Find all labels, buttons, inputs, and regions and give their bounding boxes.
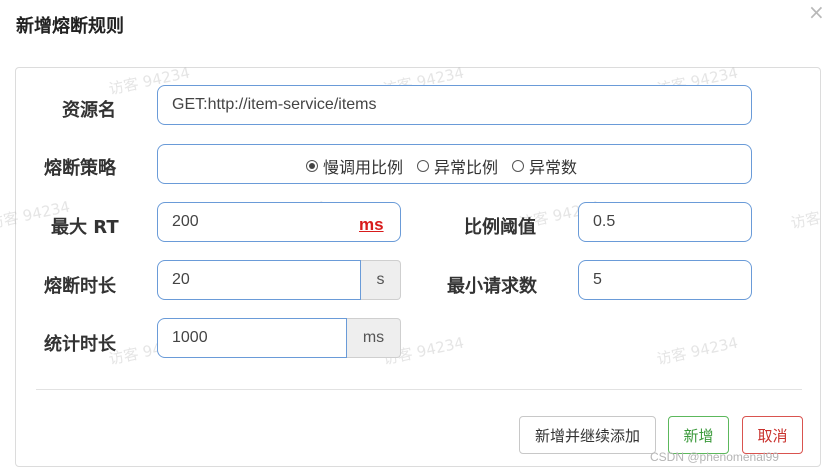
resource-input[interactable]: GET:http://item-service/items bbox=[157, 85, 752, 125]
radio-label: 异常比例 bbox=[434, 158, 499, 177]
radio-unchecked-icon bbox=[417, 160, 430, 172]
stat-duration-unit: ms bbox=[347, 318, 401, 358]
stat-duration-label: 统计时长 bbox=[44, 334, 116, 355]
strategy-label: 熔断策略 bbox=[44, 158, 116, 179]
resource-label: 资源名 bbox=[62, 100, 116, 121]
cancel-button[interactable]: 取消 bbox=[742, 416, 803, 454]
ratio-threshold-input[interactable]: 0.5 bbox=[578, 202, 752, 242]
dialog-title: 新增熔断规则 bbox=[16, 16, 124, 37]
radio-label: 慢调用比例 bbox=[323, 158, 404, 177]
ratio-threshold-label: 比例阈值 bbox=[464, 217, 536, 238]
radio-error-ratio[interactable]: 异常比例 bbox=[417, 154, 498, 178]
strategy-radio-group: 慢调用比例 异常比例 异常数 bbox=[306, 155, 577, 177]
min-requests-label: 最小请求数 bbox=[447, 276, 537, 297]
close-icon[interactable]: × bbox=[808, 2, 824, 22]
max-rt-label: 最大 RT bbox=[51, 217, 119, 238]
radio-label: 异常数 bbox=[529, 158, 578, 177]
duration-unit: s bbox=[361, 260, 401, 300]
radio-unchecked-icon bbox=[512, 160, 525, 172]
add-button[interactable]: 新增 bbox=[668, 416, 729, 454]
stat-duration-input[interactable]: 1000 bbox=[157, 318, 347, 358]
radio-checked-icon bbox=[306, 160, 318, 172]
max-rt-unit: ms bbox=[359, 215, 384, 234]
add-and-continue-button[interactable]: 新增并继续添加 bbox=[519, 416, 656, 454]
min-requests-input[interactable]: 5 bbox=[578, 260, 752, 300]
duration-label: 熔断时长 bbox=[44, 276, 116, 297]
source-credit: CSDN @phenomenal99 bbox=[650, 450, 779, 464]
radio-slow-call-ratio[interactable]: 慢调用比例 bbox=[306, 154, 403, 178]
radio-error-count[interactable]: 异常数 bbox=[512, 154, 577, 178]
duration-input[interactable]: 20 bbox=[157, 260, 361, 300]
footer-divider bbox=[36, 389, 802, 390]
